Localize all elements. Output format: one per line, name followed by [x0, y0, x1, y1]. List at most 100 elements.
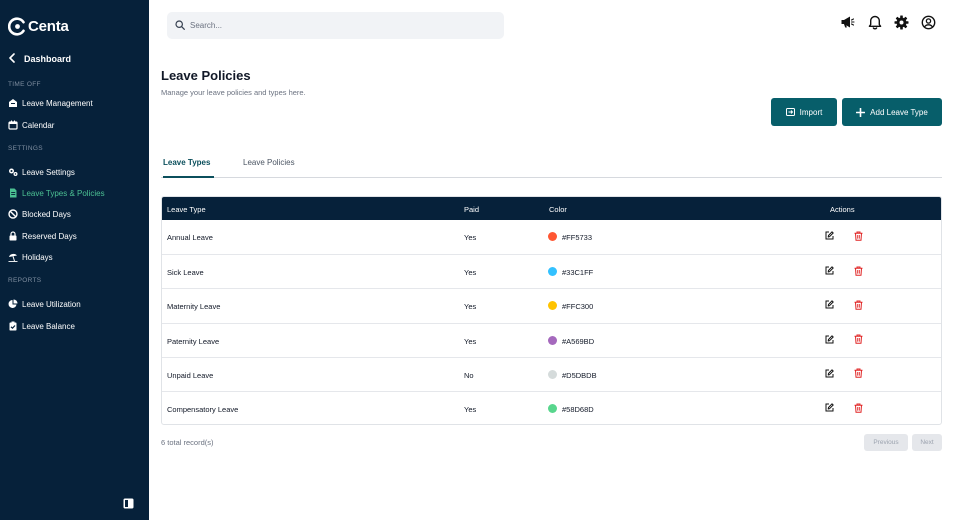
- table-header: Leave Type Paid Color Actions: [162, 197, 941, 220]
- section-title-time-off: TIME OFF: [8, 81, 41, 88]
- trash-icon: [854, 300, 863, 312]
- edit-icon: [825, 403, 834, 414]
- edit-icon: [825, 334, 834, 346]
- edit-button[interactable]: [824, 403, 835, 414]
- sidebar-item-label: Leave Types & Policies: [22, 188, 105, 198]
- tab-leave-types[interactable]: Leave Types: [163, 158, 214, 178]
- edit-button[interactable]: [824, 300, 835, 311]
- leave-type-name: Maternity Leave: [167, 302, 221, 312]
- column-header-actions: Actions: [830, 205, 855, 214]
- color-hex-value: #33C1FF: [562, 268, 594, 278]
- sidebar-item-calendar[interactable]: Calendar: [8, 118, 54, 132]
- delete-button[interactable]: [853, 266, 864, 277]
- color-swatch: [548, 232, 557, 241]
- paid-value: Yes: [464, 302, 477, 312]
- trash-icon: [854, 403, 863, 415]
- brand-logo[interactable]: Centa: [7, 16, 69, 36]
- delete-button[interactable]: [853, 231, 864, 242]
- delete-button[interactable]: [853, 300, 864, 311]
- color-hex-value: #FF5733: [562, 233, 593, 242]
- column-header-leave-type: Leave Type: [167, 205, 206, 214]
- tab-leave-policies[interactable]: Leave Policies: [243, 158, 295, 178]
- color-swatch: [548, 335, 557, 345]
- sidebar-item-leave-management[interactable]: Leave Management: [8, 96, 93, 110]
- edit-button[interactable]: [824, 334, 835, 346]
- color-hex-value: #58D68D: [562, 405, 594, 414]
- user-profile-button[interactable]: [921, 15, 936, 35]
- plus-icon: [856, 107, 866, 117]
- sidebar: Centa Dashboard TIME OFF Leave Managemen…: [0, 0, 149, 520]
- column-header-color: Color: [549, 205, 567, 214]
- color-hex-value: #FFC300: [562, 302, 594, 312]
- leave-type-name: Annual Leave: [167, 233, 213, 242]
- chevron-left-icon: [8, 50, 16, 68]
- back-to-dashboard[interactable]: Dashboard: [8, 52, 71, 66]
- pie-chart-icon: [8, 299, 18, 309]
- page-subtitle: Manage your leave policies and types her…: [161, 88, 306, 97]
- edit-button[interactable]: [824, 369, 835, 380]
- paid-value: Yes: [464, 233, 477, 242]
- paid-value: Yes: [464, 268, 477, 278]
- sidebar-item-leave-utilization[interactable]: Leave Utilization: [8, 297, 81, 311]
- clipboard-check-icon: [8, 321, 18, 331]
- color-hex-value: #A569BD: [562, 336, 595, 346]
- sidebar-collapse-icon: [123, 496, 134, 513]
- delete-button[interactable]: [853, 403, 864, 414]
- search-input[interactable]: [190, 21, 480, 30]
- search-icon: [175, 17, 185, 35]
- table-row: Maternity Leave Yes #FFC300: [162, 288, 941, 322]
- delete-button[interactable]: [853, 334, 864, 346]
- table-row: Compensatory Leave Yes #58D68D: [162, 391, 941, 424]
- announcements-button[interactable]: [840, 16, 855, 32]
- color-swatch: [548, 267, 557, 277]
- trash-icon: [854, 368, 863, 380]
- leave-type-name: Paternity Leave: [167, 336, 220, 346]
- sidebar-item-blocked-days[interactable]: Blocked Days: [8, 207, 71, 221]
- brand-name: Centa: [28, 17, 69, 35]
- color-hex-value: #D5DBDB: [562, 370, 597, 380]
- section-title-reports: REPORTS: [8, 277, 42, 284]
- lock-icon: [8, 231, 18, 241]
- user-circle-icon: [921, 15, 936, 35]
- leave-type-name: Compensatory Leave: [167, 405, 239, 414]
- inbox-icon: [8, 98, 18, 108]
- edit-button[interactable]: [824, 266, 835, 277]
- collapse-sidebar-button[interactable]: [123, 496, 134, 509]
- color-swatch: [548, 369, 557, 379]
- import-button[interactable]: Import: [771, 98, 837, 126]
- logo-icon: [7, 16, 27, 36]
- sidebar-item-label: Holidays: [22, 252, 53, 262]
- search-bar[interactable]: [167, 12, 504, 39]
- sidebar-item-holidays[interactable]: Holidays: [8, 250, 53, 264]
- sidebar-item-reserved-days[interactable]: Reserved Days: [8, 229, 77, 243]
- notifications-button[interactable]: [867, 15, 882, 32]
- sidebar-item-label: Blocked Days: [22, 209, 71, 219]
- sidebar-item-label: Leave Balance: [22, 321, 75, 331]
- trash-icon: [854, 231, 863, 243]
- page-title: Leave Policies: [161, 68, 251, 83]
- edit-icon: [825, 369, 834, 380]
- sidebar-item-leave-types-policies[interactable]: Leave Types & Policies: [8, 186, 105, 200]
- paid-value: Yes: [464, 405, 477, 414]
- sidebar-item-label: Calendar: [22, 120, 55, 130]
- next-page-button[interactable]: Next: [912, 434, 942, 451]
- previous-page-button[interactable]: Previous: [864, 434, 908, 451]
- paid-value: Yes: [464, 336, 477, 346]
- table-row: Annual Leave Yes #FF5733: [162, 220, 941, 254]
- trash-icon: [854, 266, 863, 278]
- sidebar-item-leave-settings[interactable]: Leave Settings: [8, 165, 75, 179]
- sidebar-item-leave-balance[interactable]: Leave Balance: [8, 319, 75, 333]
- edit-button[interactable]: [824, 231, 835, 242]
- delete-button[interactable]: [853, 368, 864, 380]
- import-icon: [785, 108, 795, 116]
- leave-type-name: Sick Leave: [167, 268, 204, 278]
- table-row: Unpaid Leave No #D5DBDB: [162, 356, 941, 391]
- edit-icon: [825, 231, 834, 242]
- paid-value: No: [464, 370, 474, 380]
- sidebar-item-label: Leave Management: [22, 98, 93, 108]
- gear-icon: [894, 15, 909, 35]
- add-leave-type-button[interactable]: Add Leave Type: [842, 98, 942, 126]
- total-records: 6 total record(s): [161, 438, 214, 447]
- column-header-paid: Paid: [464, 205, 480, 214]
- settings-button[interactable]: [894, 15, 909, 35]
